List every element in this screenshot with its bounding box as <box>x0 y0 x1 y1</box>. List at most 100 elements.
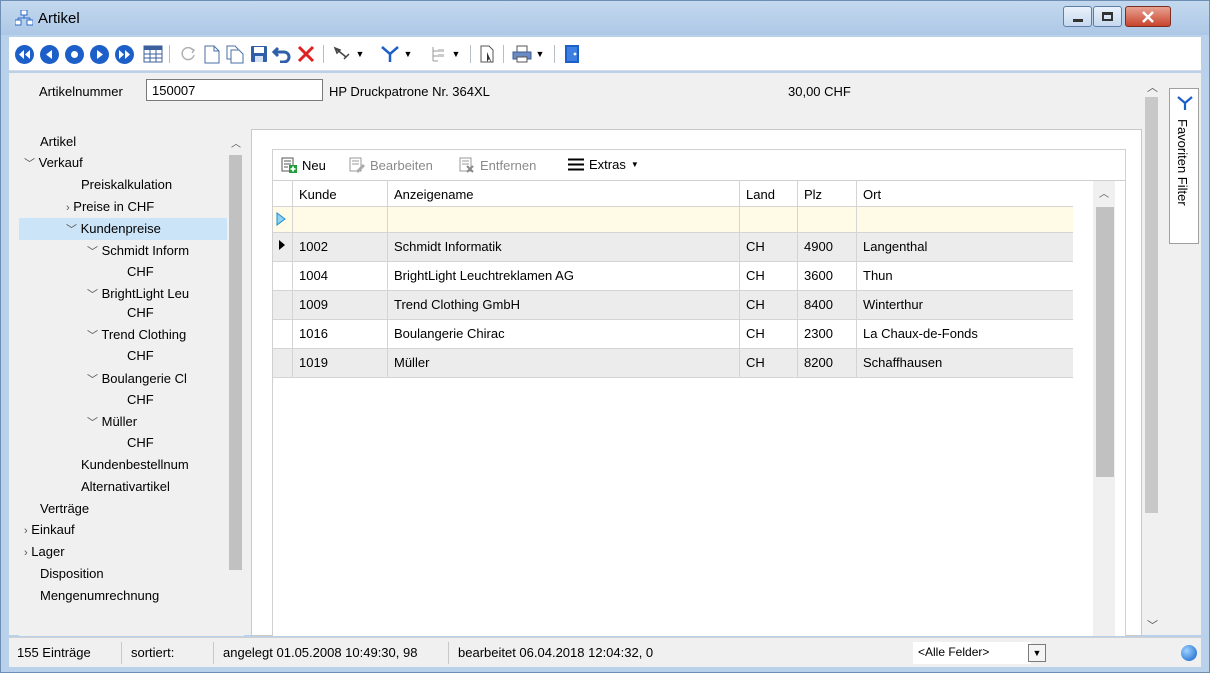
scroll-up-icon[interactable]: ︿ <box>1147 79 1158 95</box>
tree-scrollbar[interactable]: ︿ <box>227 129 244 636</box>
cell-kunde[interactable]: 1009 <box>293 291 388 319</box>
cell-land[interactable]: CH <box>740 233 798 261</box>
cell-plz[interactable]: 8400 <box>798 291 857 319</box>
filter-button[interactable] <box>379 43 401 65</box>
first-record-button[interactable] <box>13 43 35 65</box>
print-dropdown-button[interactable]: ▼ <box>533 43 547 65</box>
field-select-dropdown[interactable]: ▼ <box>1028 644 1046 662</box>
cell-kunde[interactable]: 1019 <box>293 349 388 377</box>
tools-button[interactable] <box>331 43 353 65</box>
field-select[interactable]: <Alle Felder> <box>913 642 1031 664</box>
tree-item-currency[interactable]: CHF <box>127 264 154 279</box>
new-row[interactable] <box>273 207 1073 233</box>
scroll-down-icon[interactable]: ﹀ <box>1147 617 1158 633</box>
cell-anzeigename[interactable]: Boulangerie Chirac <box>388 320 740 348</box>
new-row-cell[interactable] <box>388 207 740 232</box>
tree-item-customer[interactable]: ﹀ Boulangerie Cl <box>87 371 187 387</box>
cell-anzeigename[interactable]: BrightLight Leuchtreklamen AG <box>388 262 740 290</box>
select-document-button[interactable] <box>477 43 499 65</box>
maximize-button[interactable] <box>1093 6 1122 27</box>
tree-item-kundenbestellnummer[interactable]: Kundenbestellnum <box>81 457 189 472</box>
cell-land[interactable]: CH <box>740 349 798 377</box>
filter-dropdown-button[interactable]: ▼ <box>401 43 415 65</box>
cell-land[interactable]: CH <box>740 262 798 290</box>
cell-anzeigename[interactable]: Trend Clothing GmbH <box>388 291 740 319</box>
tree-item-preise-chf[interactable]: › Preise in CHF <box>66 199 154 214</box>
tree-item-verkauf[interactable]: ﹀ Verkauf <box>24 155 83 171</box>
tree-item-currency[interactable]: CHF <box>127 348 154 363</box>
delete-button[interactable] <box>295 43 317 65</box>
previous-record-button[interactable] <box>38 43 60 65</box>
globe-icon[interactable] <box>1181 645 1197 661</box>
cell-anzeigename[interactable]: Müller <box>388 349 740 377</box>
cell-plz[interactable]: 3600 <box>798 262 857 290</box>
save-button[interactable] <box>248 43 270 65</box>
table-row[interactable]: 1019 Müller CH 8200 Schaffhausen <box>273 349 1073 378</box>
cell-plz[interactable]: 2300 <box>798 320 857 348</box>
tree-item-lager[interactable]: › Lager <box>24 544 65 559</box>
new-row-cell[interactable] <box>798 207 857 232</box>
tree-item-mengenumrechnung[interactable]: Mengenumrechnung <box>40 588 159 603</box>
scroll-up-icon[interactable]: ︿ <box>231 135 241 150</box>
tree-item-currency[interactable]: CHF <box>127 305 154 320</box>
tree-item-currency[interactable]: CHF <box>127 435 154 450</box>
tree-view-button[interactable] <box>427 43 449 65</box>
tree-item-customer[interactable]: ﹀ Schmidt Inform <box>87 243 189 259</box>
extras-menu-button[interactable]: Extras ▼ <box>568 157 639 172</box>
tree-view-dropdown-button[interactable]: ▼ <box>449 43 463 65</box>
cell-kunde[interactable]: 1002 <box>293 233 388 261</box>
column-header-kunde[interactable]: Kunde <box>293 181 388 206</box>
cell-ort[interactable]: La Chaux-de-Fonds <box>857 320 1073 348</box>
table-view-button[interactable] <box>142 43 164 65</box>
cell-ort[interactable]: Thun <box>857 262 1073 290</box>
tree-item-preiskalkulation[interactable]: Preiskalkulation <box>81 177 172 192</box>
print-button[interactable] <box>511 43 533 65</box>
new-row-cell[interactable] <box>740 207 798 232</box>
cell-kunde[interactable]: 1016 <box>293 320 388 348</box>
tree-item-customer[interactable]: ﹀ Trend Clothing <box>87 327 186 343</box>
tree-item-kundenpreise[interactable]: ﹀ Kundenpreise <box>19 218 229 240</box>
next-record-button[interactable] <box>88 43 110 65</box>
table-row[interactable]: 1002 Schmidt Informatik CH 4900 Langenth… <box>273 233 1073 262</box>
close-button[interactable] <box>1125 6 1171 27</box>
tree-item-artikel[interactable]: Artikel <box>40 134 76 149</box>
tree-item-customer[interactable]: ﹀ Müller <box>87 414 137 430</box>
edit-button[interactable]: Bearbeiten <box>349 157 433 173</box>
cell-kunde[interactable]: 1004 <box>293 262 388 290</box>
page-scrollbar[interactable]: ︿ ﹀ <box>1143 73 1161 635</box>
copy-document-button[interactable] <box>224 43 246 65</box>
tree-item-einkauf[interactable]: › Einkauf <box>24 522 75 537</box>
cell-ort[interactable]: Schaffhausen <box>857 349 1073 377</box>
column-header-plz[interactable]: Plz <box>798 181 857 206</box>
grid-scrollbar[interactable]: ︿ <box>1093 181 1115 636</box>
new-button[interactable]: Neu <box>281 157 326 173</box>
table-row[interactable]: 1016 Boulangerie Chirac CH 2300 La Chaux… <box>273 320 1073 349</box>
cell-ort[interactable]: Langenthal <box>857 233 1073 261</box>
new-row-cell[interactable] <box>857 207 1073 232</box>
cell-plz[interactable]: 8200 <box>798 349 857 377</box>
tree-item-vertraege[interactable]: Verträge <box>40 501 89 516</box>
refresh-button[interactable] <box>177 43 199 65</box>
cell-anzeigename[interactable]: Schmidt Informatik <box>388 233 740 261</box>
new-row-cell[interactable] <box>293 207 388 232</box>
scroll-up-icon[interactable]: ︿ <box>1099 185 1109 200</box>
minimize-button[interactable] <box>1063 6 1092 27</box>
center-record-button[interactable] <box>63 43 85 65</box>
remove-button[interactable]: Entfernen <box>459 157 536 173</box>
tools-dropdown-button[interactable]: ▼ <box>353 43 367 65</box>
tree-scroll-thumb[interactable] <box>229 155 242 570</box>
column-header-ort[interactable]: Ort <box>857 181 994 206</box>
new-document-button[interactable] <box>201 43 223 65</box>
cell-land[interactable]: CH <box>740 320 798 348</box>
exit-button[interactable] <box>561 43 583 65</box>
grid-scroll-thumb[interactable] <box>1096 207 1114 477</box>
article-number-input[interactable]: 150007 <box>146 79 323 101</box>
last-record-button[interactable] <box>113 43 135 65</box>
cell-ort[interactable]: Winterthur <box>857 291 1073 319</box>
favorites-filter-tab[interactable]: Favoriten Filter <box>1169 88 1199 244</box>
cell-plz[interactable]: 4900 <box>798 233 857 261</box>
tree-item-customer[interactable]: ﹀ BrightLight Leu <box>87 286 189 302</box>
table-row[interactable]: 1009 Trend Clothing GmbH CH 8400 Wintert… <box>273 291 1073 320</box>
undo-button[interactable] <box>271 43 293 65</box>
tree-item-alternativartikel[interactable]: Alternativartikel <box>81 479 170 494</box>
